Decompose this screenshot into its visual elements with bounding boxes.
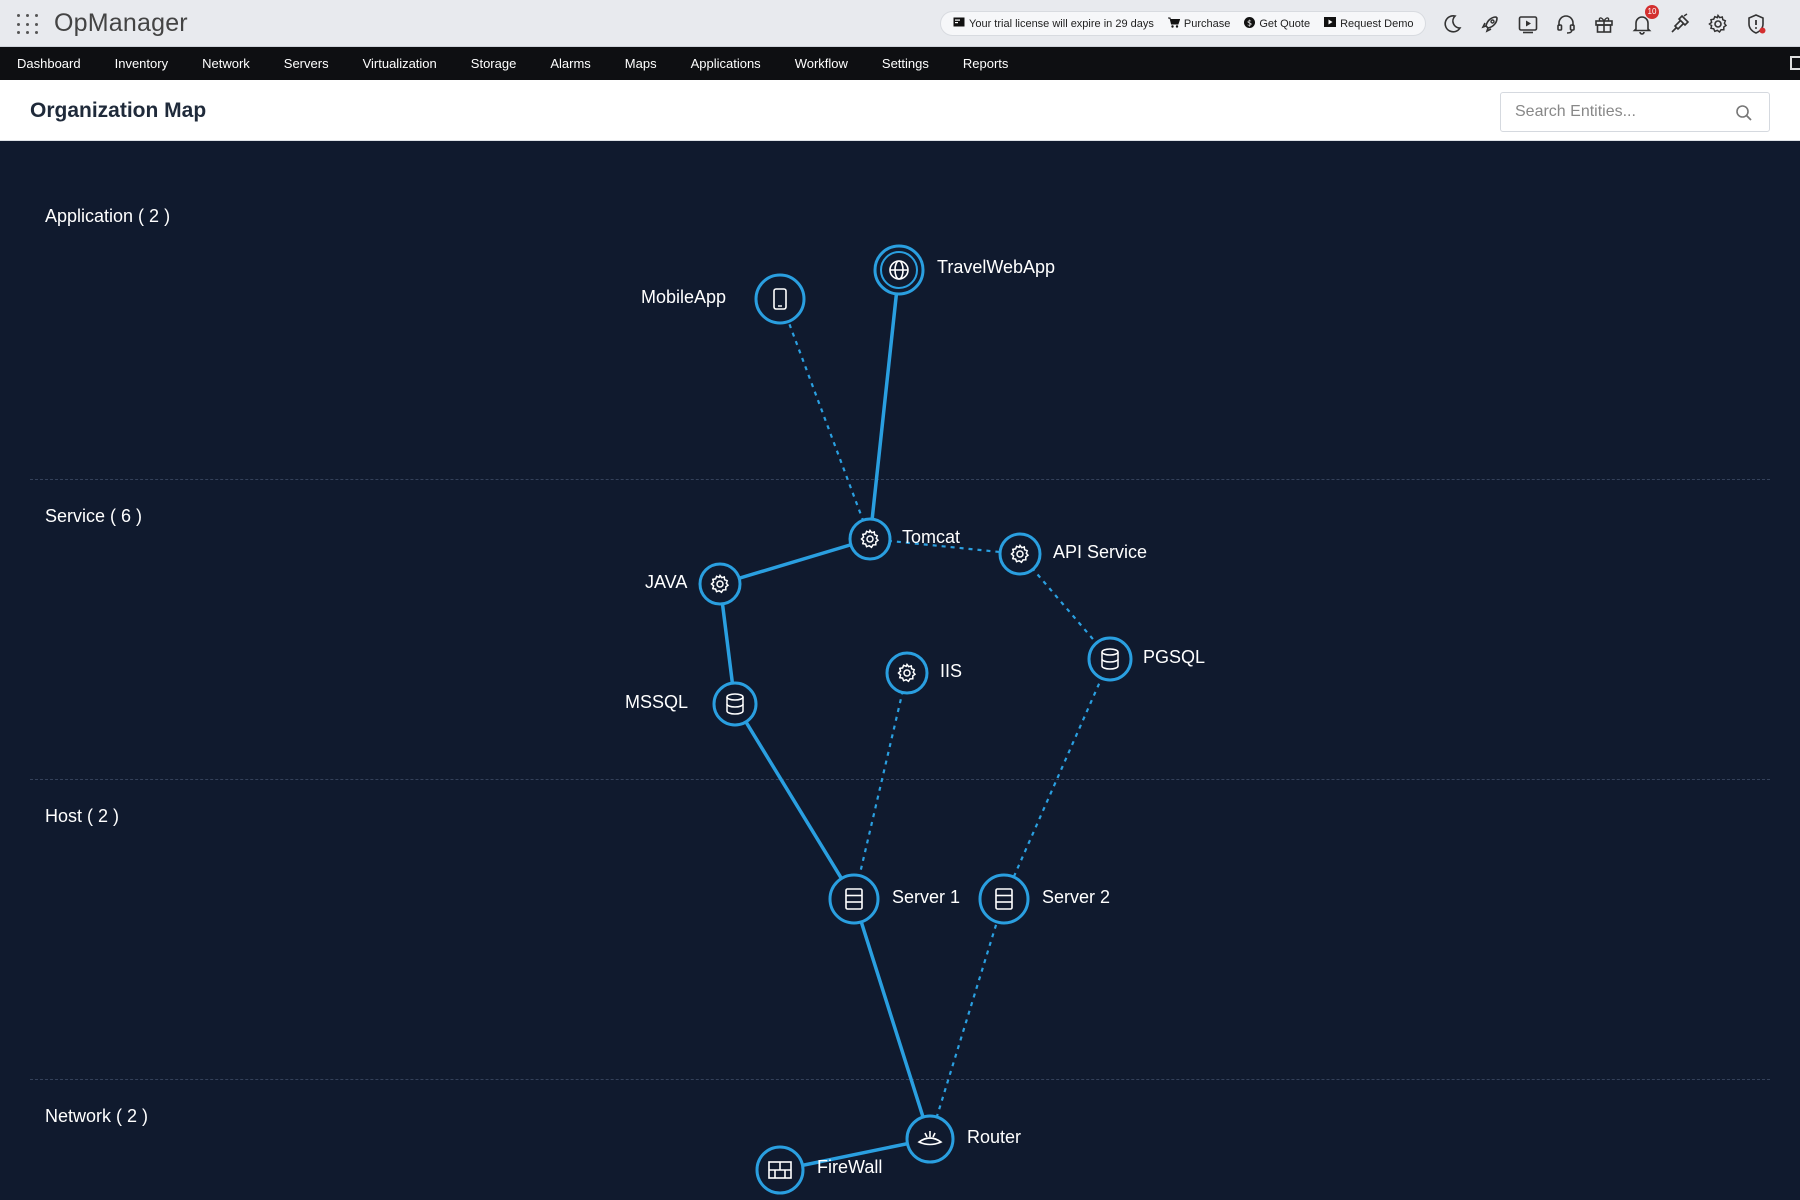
page-header: Organization Map [0, 80, 1800, 141]
search-icon[interactable] [1735, 104, 1753, 122]
link-iis-server1 [852, 672, 909, 900]
nav-maps[interactable]: Maps [608, 47, 674, 80]
node-label-iis[interactable]: IIS [940, 661, 962, 682]
node-label-router[interactable]: Router [967, 1127, 1021, 1148]
toolbar-icons: 10 [1440, 5, 1768, 36]
rocket-icon[interactable] [1478, 12, 1502, 36]
node-mobileapp[interactable] [754, 273, 806, 325]
solid-links [718, 268, 932, 1172]
link-tomcat-java [718, 537, 872, 586]
nav-alarms[interactable]: Alarms [533, 47, 607, 80]
settings-gear-icon[interactable] [1706, 12, 1730, 36]
request-demo-link[interactable]: Request Demo [1324, 17, 1413, 30]
link-travelwebapp-tomcat [868, 268, 901, 541]
node-label-apiservice[interactable]: API Service [1053, 542, 1147, 563]
nav-dashboard[interactable]: Dashboard [0, 47, 98, 80]
search-box [1500, 92, 1770, 132]
trial-notice: Your trial license will expire in 29 day… [953, 17, 1154, 30]
node-label-java[interactable]: JAVA [645, 572, 687, 593]
nav-applications[interactable]: Applications [674, 47, 778, 80]
main-nav: Dashboard Inventory Network Servers Virt… [0, 47, 1800, 80]
nav-inventory[interactable]: Inventory [98, 47, 185, 80]
dark-mode-icon[interactable] [1440, 12, 1464, 36]
page-title: Organization Map [30, 99, 207, 122]
node-label-server1[interactable]: Server 1 [892, 887, 960, 908]
node-apiservice[interactable] [998, 532, 1042, 576]
brand-logo[interactable]: OpManager [54, 9, 188, 38]
panel-toggle-icon[interactable] [1790, 56, 1800, 70]
node-mssql[interactable] [712, 681, 758, 727]
node-firewall[interactable] [755, 1145, 805, 1195]
quote-label: Get Quote [1259, 17, 1311, 30]
plugin-icon[interactable] [1668, 12, 1692, 36]
svg-text:$: $ [1247, 18, 1252, 27]
video-icon[interactable] [1516, 12, 1540, 36]
trial-banner: Your trial license will expire in 29 day… [940, 11, 1427, 36]
node-router[interactable] [905, 1114, 955, 1164]
node-label-tomcat[interactable]: Tomcat [902, 527, 960, 548]
gift-icon[interactable] [1592, 12, 1616, 36]
node-tomcat[interactable] [848, 517, 892, 561]
node-label-mssql[interactable]: MSSQL [625, 692, 688, 713]
dollar-icon: $ [1244, 16, 1256, 31]
node-label-firewall[interactable]: FireWall [817, 1157, 882, 1178]
node-label-mobileapp[interactable]: MobileApp [641, 287, 726, 308]
dashed-links [778, 298, 1112, 1140]
nav-settings[interactable]: Settings [865, 47, 946, 80]
link-server2-router [928, 898, 1006, 1140]
node-server1[interactable] [828, 873, 880, 925]
link-mobileapp-tomcat [778, 298, 872, 540]
topology-graph [698, 244, 1133, 1195]
notification-count-badge: 10 [1645, 5, 1659, 19]
nav-workflow[interactable]: Workflow [778, 47, 865, 80]
top-bar: OpManager Your trial license will expire… [0, 0, 1800, 47]
node-java[interactable] [698, 562, 742, 606]
notification-bell-icon[interactable]: 10 [1630, 5, 1659, 36]
node-label-server2[interactable]: Server 2 [1042, 887, 1110, 908]
node-label-travelwebapp[interactable]: TravelWebApp [937, 257, 1055, 278]
node-server2[interactable] [978, 873, 1030, 925]
demo-label: Request Demo [1340, 17, 1414, 30]
headset-icon[interactable] [1554, 12, 1578, 36]
nav-network[interactable]: Network [185, 47, 267, 80]
shield-alert-icon[interactable] [1744, 12, 1768, 36]
node-iis[interactable] [885, 651, 929, 695]
cart-icon [1167, 17, 1181, 31]
nav-servers[interactable]: Servers [267, 47, 346, 80]
nav-storage[interactable]: Storage [454, 47, 534, 80]
purchase-label: Purchase [1183, 17, 1231, 30]
demo-icon [1324, 17, 1337, 30]
link-pgsql-server2 [1002, 658, 1112, 900]
link-server1-router [852, 897, 932, 1141]
node-travelwebapp[interactable] [873, 244, 925, 296]
search-input[interactable] [1501, 93, 1721, 131]
node-pgsql[interactable] [1087, 636, 1133, 682]
purchase-link[interactable]: Purchase [1167, 17, 1231, 31]
nav-virtualization[interactable]: Virtualization [346, 47, 454, 80]
license-icon [953, 17, 965, 30]
trial-text: Your trial license will expire in 29 day… [969, 17, 1154, 30]
app-grid-icon[interactable] [17, 14, 38, 35]
organization-map: Application ( 2 ) Service ( 6 ) Host ( 2… [0, 141, 1800, 1200]
nav-reports[interactable]: Reports [946, 47, 1026, 80]
node-label-pgsql[interactable]: PGSQL [1143, 647, 1205, 668]
link-mssql-server1 [733, 702, 856, 901]
get-quote-link[interactable]: $ Get Quote [1244, 16, 1311, 31]
